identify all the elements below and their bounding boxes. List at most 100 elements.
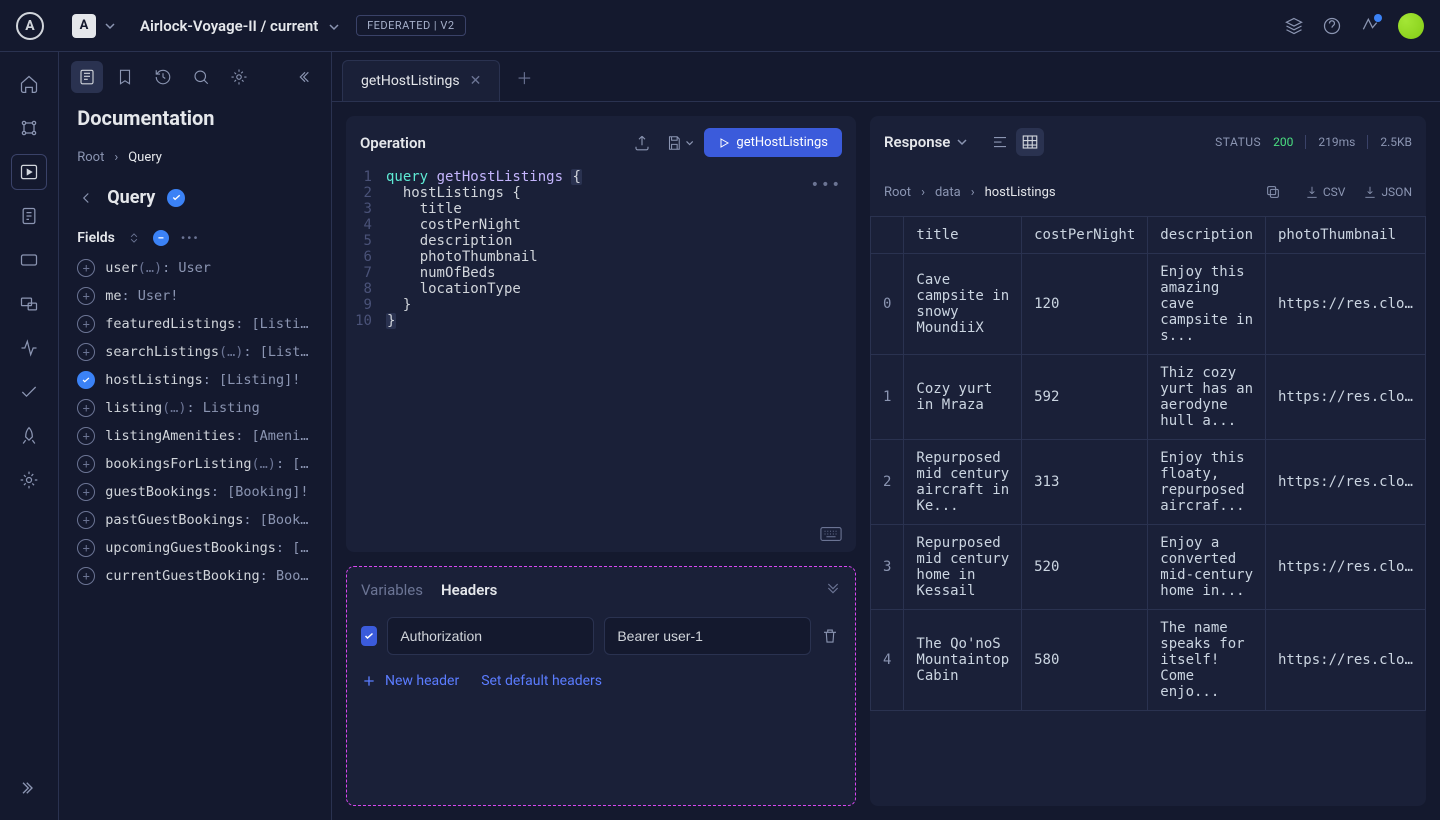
table-row[interactable]: 0Cave campsite in snowy MoundiiX120Enjoy… — [870, 254, 1425, 355]
save-icon[interactable] — [666, 129, 694, 157]
share-icon[interactable] — [628, 129, 656, 157]
download-json-button[interactable]: JSON — [1363, 178, 1412, 206]
plus-icon[interactable]: + — [77, 399, 95, 417]
logo-icon[interactable]: A — [16, 12, 44, 40]
view-table-icon[interactable] — [1016, 128, 1044, 156]
tab-gethostlistings[interactable]: getHostListings ✕ — [342, 60, 500, 101]
chevron-down-icon[interactable] — [328, 21, 340, 33]
field-item-guestBookings[interactable]: +guestBookings: [Booking]! — [71, 478, 319, 506]
plus-icon[interactable]: + — [77, 539, 95, 557]
query-title: Query — [107, 187, 155, 208]
table-row[interactable]: 2Repurposed mid century aircraft in Ke..… — [870, 440, 1425, 525]
field-item-bookingsForListing[interactable]: +bookingsForListing(…): [… — [71, 450, 319, 478]
col-photoThumbnail[interactable]: photoThumbnail — [1266, 217, 1426, 254]
col-costPerNight[interactable]: costPerNight — [1022, 217, 1148, 254]
field-item-featuredListings[interactable]: +featuredListings: [Listi… — [71, 310, 319, 338]
field-item-listingAmenities[interactable]: +listingAmenities: [Ameni… — [71, 422, 319, 450]
more-icon[interactable]: ••• — [181, 231, 200, 245]
nav-expand[interactable] — [11, 770, 47, 806]
new-header-button[interactable]: New header — [361, 673, 459, 689]
plus-icon[interactable]: + — [77, 315, 95, 333]
collapse-fields-icon[interactable]: − — [153, 230, 169, 246]
avatar[interactable] — [1398, 13, 1424, 39]
copy-icon[interactable] — [1259, 178, 1287, 206]
nav-launches[interactable] — [11, 418, 47, 454]
crumb-root[interactable]: Root — [884, 185, 911, 200]
new-tab-icon[interactable]: ＋ — [516, 65, 532, 89]
collapse-headers-icon[interactable] — [825, 582, 841, 598]
docs-tab-icon[interactable] — [71, 61, 103, 93]
table-row[interactable]: 1Cozy yurt in Mraza592Thiz cozy yurt has… — [870, 355, 1425, 440]
graph-name[interactable]: Airlock-Voyage-II / current — [140, 17, 340, 35]
table-row[interactable]: 3Repurposed mid century home in Kessail5… — [870, 525, 1425, 610]
check-icon[interactable] — [77, 371, 95, 389]
plus-icon[interactable]: + — [77, 567, 95, 585]
chevron-down-icon[interactable] — [104, 20, 116, 32]
history-icon[interactable] — [147, 61, 179, 93]
headers-panel: Variables Headers New header — [346, 566, 856, 806]
sort-icon[interactable] — [127, 231, 141, 245]
app-letter-badge[interactable]: A — [72, 14, 96, 38]
nav-changelog[interactable] — [11, 198, 47, 234]
breadcrumb: Root › Query — [59, 138, 331, 177]
collapse-sidebar-icon[interactable] — [287, 61, 319, 93]
operation-title: Operation — [360, 134, 426, 152]
plus-icon[interactable]: + — [77, 483, 95, 501]
header-enabled-checkbox[interactable] — [361, 626, 377, 646]
close-icon[interactable]: ✕ — [470, 73, 482, 89]
field-item-hostListings[interactable]: hostListings: [Listing]! — [71, 366, 319, 394]
header-value-input[interactable] — [604, 617, 811, 655]
gear-icon[interactable] — [223, 61, 255, 93]
keyboard-icon[interactable] — [820, 526, 842, 542]
field-item-currentGuestBooking[interactable]: +currentGuestBooking: Boo… — [71, 562, 319, 590]
field-item-me[interactable]: +me: User! — [71, 282, 319, 310]
help-icon[interactable] — [1322, 16, 1342, 36]
tabs-bar: getHostListings ✕ ＋ — [332, 52, 1440, 102]
field-item-user[interactable]: +user(…): User — [71, 254, 319, 282]
plus-icon[interactable]: + — [77, 455, 95, 473]
field-item-listing[interactable]: +listing(…): Listing — [71, 394, 319, 422]
download-csv-button[interactable]: CSV — [1305, 178, 1346, 206]
nav-explorer[interactable] — [11, 154, 47, 190]
plus-icon[interactable]: + — [77, 343, 95, 361]
search-icon[interactable] — [185, 61, 217, 93]
nav-schema[interactable] — [11, 110, 47, 146]
code-editor[interactable]: ••• 1query getHostListings {2 hostListin… — [346, 169, 856, 552]
plus-icon[interactable]: + — [77, 287, 95, 305]
more-icon[interactable]: ••• — [811, 177, 842, 193]
col-title[interactable]: title — [904, 217, 1022, 254]
plus-icon[interactable]: + — [77, 259, 95, 277]
nav-checks[interactable] — [11, 374, 47, 410]
notifications-icon[interactable] — [1360, 16, 1380, 36]
plus-icon[interactable]: + — [77, 511, 95, 529]
field-item-pastGuestBookings[interactable]: +pastGuestBookings: [Book… — [71, 506, 319, 534]
header-key-input[interactable] — [387, 617, 594, 655]
crumb-data[interactable]: data — [935, 185, 961, 200]
set-default-headers-button[interactable]: Set default headers — [481, 673, 602, 689]
tab-headers[interactable]: Headers — [441, 581, 497, 599]
nav-home[interactable] — [11, 66, 47, 102]
view-json-icon[interactable] — [986, 128, 1014, 156]
col-description[interactable]: description — [1148, 217, 1266, 254]
check-badge-icon — [167, 189, 185, 207]
nav-insights[interactable] — [11, 330, 47, 366]
field-item-searchListings[interactable]: +searchListings(…): [List… — [71, 338, 319, 366]
plus-icon[interactable]: + — [77, 427, 95, 445]
layers-icon[interactable] — [1284, 16, 1304, 36]
field-item-upcomingGuestBookings[interactable]: +upcomingGuestBookings: [… — [71, 534, 319, 562]
tab-label: getHostListings — [361, 73, 460, 89]
run-button[interactable]: getHostListings — [704, 128, 842, 157]
nav-subgraphs[interactable] — [11, 286, 47, 322]
nav-clients[interactable] — [11, 242, 47, 278]
crumb-leaf: hostListings — [985, 185, 1056, 200]
table-row[interactable]: 4The Qo'noS Mountaintop Cabin580The name… — [870, 610, 1425, 711]
back-arrow-icon[interactable] — [77, 189, 95, 207]
federation-tag: FEDERATED | V2 — [356, 15, 465, 36]
nav-settings[interactable] — [11, 462, 47, 498]
tab-variables[interactable]: Variables — [361, 581, 423, 599]
documentation-sidebar: Documentation Root › Query Query Fields … — [59, 52, 332, 820]
crumb-root[interactable]: Root — [77, 150, 104, 165]
trash-icon[interactable] — [821, 627, 841, 645]
bookmark-icon[interactable] — [109, 61, 141, 93]
chevron-down-icon[interactable] — [956, 136, 968, 148]
